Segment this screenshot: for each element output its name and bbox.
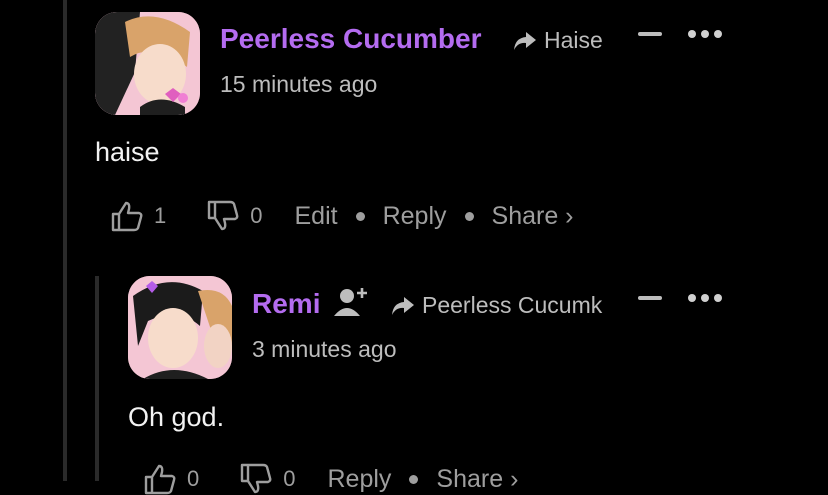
like-button[interactable]: 0 (143, 463, 199, 495)
collapse-icon[interactable] (638, 296, 662, 300)
more-icon[interactable] (688, 294, 722, 302)
share-button[interactable]: Share › (436, 465, 518, 494)
like-count: 0 (187, 466, 200, 491)
avatar[interactable] (128, 276, 232, 379)
more-icon[interactable] (688, 30, 722, 38)
edit-button[interactable]: Edit (295, 202, 338, 231)
thumbs-down-icon (241, 463, 272, 494)
reply-to-link[interactable]: Peerless Cucumk (390, 292, 605, 319)
like-button[interactable]: 1 (110, 200, 166, 232)
share-button[interactable]: Share › (492, 202, 574, 231)
comment-actions: 0 0 Reply Share › (143, 463, 518, 495)
separator-dot (409, 474, 419, 484)
reply-to-name: Peerless Cucumk (422, 292, 603, 318)
dislike-button[interactable]: 0 (239, 463, 296, 495)
thumbs-up-icon (111, 201, 143, 232)
comment-body: Oh god. (128, 402, 225, 432)
reply-button[interactable]: Reply (383, 202, 447, 231)
thread-line-outer (63, 0, 67, 481)
comment-actions: 1 0 Edit Reply Share › (110, 200, 574, 232)
thumbs-up-icon (144, 464, 176, 495)
like-count: 1 (154, 203, 167, 228)
collapse-icon[interactable] (638, 32, 662, 36)
reply-to-link[interactable]: Haise (512, 27, 607, 54)
dislike-button[interactable]: 0 (206, 200, 263, 232)
author-name[interactable]: Peerless Cucumber (220, 23, 481, 55)
timestamp: 15 minutes ago (220, 71, 378, 97)
reply-to-name: Haise (544, 27, 603, 53)
dislike-count: 0 (250, 203, 263, 228)
separator-dot (464, 211, 474, 221)
share-arrow-icon (392, 296, 414, 315)
add-user-icon[interactable] (334, 286, 370, 318)
reply-button[interactable]: Reply (328, 465, 392, 494)
separator-dot (355, 211, 365, 221)
timestamp: 3 minutes ago (252, 336, 397, 362)
thumbs-down-icon (208, 200, 239, 231)
dislike-count: 0 (283, 466, 296, 491)
avatar[interactable] (95, 12, 200, 115)
comment-body: haise (95, 137, 160, 167)
author-name[interactable]: Remi (252, 288, 320, 320)
thread-line-inner (95, 276, 99, 481)
share-arrow-icon (514, 31, 536, 50)
